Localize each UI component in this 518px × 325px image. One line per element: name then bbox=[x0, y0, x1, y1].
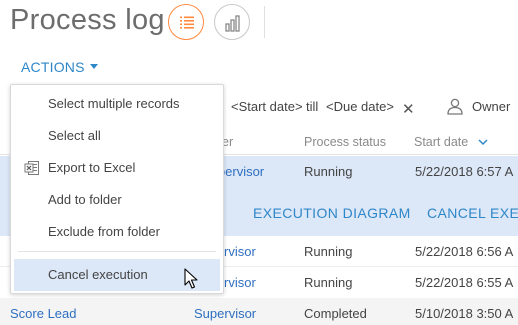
menu-item-exclude-from-folder[interactable]: Exclude from folder bbox=[11, 216, 223, 248]
row-status: Running bbox=[304, 164, 353, 179]
row-status: Running bbox=[304, 244, 353, 259]
menu-item-label: Select multiple records bbox=[48, 96, 180, 111]
row-start-date: 5/22/2018 6:56 A bbox=[415, 244, 514, 259]
excel-icon bbox=[24, 161, 39, 175]
execution-diagram-button[interactable]: EXECUTION DIAGRAM bbox=[253, 205, 411, 221]
actions-label: ACTIONS bbox=[21, 59, 85, 75]
owner-filter[interactable]: Owner bbox=[472, 99, 510, 114]
column-start-date[interactable]: Start date bbox=[414, 135, 468, 149]
row-start-date: 5/22/2018 6:55 A bbox=[415, 275, 514, 290]
row-name[interactable]: Score Lead bbox=[10, 306, 77, 321]
menu-item-select-all[interactable]: Select all bbox=[11, 120, 223, 152]
menu-item-label: Exclude from folder bbox=[48, 224, 160, 239]
menu-item-label: Cancel execution bbox=[48, 267, 148, 282]
row-status: Running bbox=[304, 275, 353, 290]
cancel-execution-button[interactable]: CANCEL EXECU bbox=[427, 205, 518, 221]
menu-item-label: Add to folder bbox=[48, 192, 122, 207]
actions-menu: Select multiple records Select all Expor… bbox=[10, 84, 224, 294]
menu-item-label: Export to Excel bbox=[48, 160, 136, 175]
page-title: Process log bbox=[10, 4, 165, 36]
header-divider bbox=[264, 6, 265, 38]
row-start-date: 5/10/2018 3:50 A bbox=[415, 306, 514, 321]
start-date-filter[interactable]: <Start date> bbox=[231, 99, 303, 114]
sort-desc-icon[interactable] bbox=[477, 137, 489, 147]
chart-view-button[interactable] bbox=[214, 4, 250, 40]
row-status: Completed bbox=[304, 306, 367, 321]
column-process-status[interactable]: Process status bbox=[304, 135, 386, 149]
caret-down-icon bbox=[89, 63, 98, 69]
list-view-icon bbox=[180, 16, 194, 29]
chart-view-icon bbox=[225, 15, 240, 32]
menu-item-label: Select all bbox=[48, 128, 101, 143]
menu-item-export-excel[interactable]: Export to Excel bbox=[11, 152, 223, 184]
mouse-cursor-icon bbox=[184, 268, 198, 289]
row-owner[interactable]: rvisor bbox=[224, 244, 256, 259]
menu-item-select-multiple[interactable]: Select multiple records bbox=[11, 88, 223, 120]
till-label: till bbox=[306, 99, 319, 114]
menu-divider bbox=[18, 251, 216, 252]
row-owner[interactable]: Supervisor bbox=[194, 306, 256, 321]
row-start-date: 5/22/2018 6:57 A bbox=[415, 164, 514, 179]
list-view-button[interactable] bbox=[168, 4, 204, 40]
actions-button[interactable]: ACTIONS bbox=[21, 59, 98, 75]
row-owner[interactable]: rvisor bbox=[224, 275, 256, 290]
user-icon bbox=[447, 98, 463, 115]
clear-filter-icon[interactable]: ✕ bbox=[402, 100, 415, 118]
due-date-filter[interactable]: <Due date> bbox=[326, 99, 394, 114]
menu-item-add-to-folder[interactable]: Add to folder bbox=[11, 184, 223, 216]
